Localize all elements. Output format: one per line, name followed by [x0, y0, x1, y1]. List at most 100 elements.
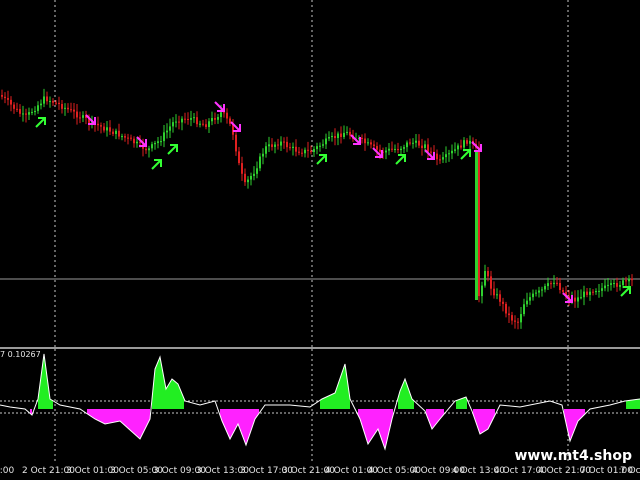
candle-body — [220, 112, 222, 118]
candle-body — [181, 118, 183, 123]
candle-body — [511, 315, 513, 321]
candle-body — [187, 118, 189, 120]
candle-body — [505, 303, 507, 314]
candle-body — [457, 145, 459, 150]
candle-body — [121, 136, 123, 138]
candle-body — [259, 156, 261, 169]
candle-body — [148, 148, 150, 151]
candle-body — [625, 280, 627, 282]
candle-body — [406, 142, 408, 148]
candle-body — [466, 140, 468, 144]
candle-body — [13, 104, 15, 109]
candle-body — [490, 276, 492, 289]
candle-body — [157, 141, 159, 143]
candle-body — [484, 270, 486, 286]
candle-body — [274, 144, 276, 147]
arrow-up-right-icon — [151, 159, 162, 170]
candle-body — [16, 108, 18, 110]
candle-body — [250, 175, 252, 180]
oscillator-chart — [0, 349, 640, 463]
candle-body — [379, 149, 381, 152]
candle-body — [118, 130, 120, 137]
arrow-down-right-icon — [85, 114, 96, 125]
candle-body — [67, 107, 69, 110]
candle-body — [508, 313, 510, 316]
candle-body — [442, 157, 444, 160]
candle-body — [526, 300, 528, 305]
candle-body — [61, 104, 63, 109]
candle-body — [631, 278, 633, 281]
candle-body — [547, 283, 549, 287]
candle-body — [79, 117, 81, 119]
candle-body — [22, 113, 24, 115]
candle-body — [160, 141, 162, 143]
arrow-down-right-icon — [424, 149, 435, 160]
candle-body — [346, 131, 348, 133]
candle-body — [370, 142, 372, 145]
candle-body — [127, 137, 129, 139]
candle-body — [532, 293, 534, 298]
candle-body — [328, 137, 330, 139]
candle-body — [421, 145, 423, 148]
candle-body — [337, 133, 339, 139]
candle-body — [373, 144, 375, 147]
candle-body — [598, 290, 600, 292]
candle-body — [628, 278, 630, 282]
candle-body — [451, 150, 453, 154]
price-chart-pane[interactable] — [0, 0, 640, 347]
candle-body — [445, 154, 447, 158]
candle-body — [580, 297, 582, 299]
candle-body — [481, 285, 483, 297]
candle-body — [151, 144, 153, 149]
candle-body — [49, 100, 51, 102]
candle-body — [409, 142, 411, 144]
candle-body — [376, 146, 378, 150]
candle-body — [7, 98, 9, 100]
candle-body — [262, 153, 264, 157]
candle-body — [331, 136, 333, 138]
candle-body — [601, 288, 603, 291]
candle-body — [298, 151, 300, 153]
candle-body — [535, 292, 537, 294]
indicator-pane[interactable]: 7 0.10267 — [0, 349, 640, 463]
candle-body — [316, 146, 318, 150]
candle-body — [58, 102, 60, 105]
arrow-up-right-icon — [620, 286, 631, 297]
candle-body — [43, 96, 45, 104]
arrow-up-right-icon — [460, 149, 471, 160]
candle-body — [196, 117, 198, 125]
candle-body — [343, 132, 345, 137]
candle-body — [175, 121, 177, 123]
candle-body — [76, 111, 78, 118]
candle-body — [82, 115, 84, 118]
candle-body — [154, 142, 156, 145]
candle-body — [34, 110, 36, 113]
time-axis: 7:002 Oct 21:003 Oct 01:003 Oct 05:003 O… — [0, 463, 640, 480]
candle-body — [469, 140, 471, 144]
candle-body — [415, 140, 417, 143]
candle-body — [394, 148, 396, 150]
arrow-down-right-icon — [214, 101, 225, 112]
candle-body — [4, 96, 6, 99]
candle-body — [46, 96, 48, 102]
candle-body — [235, 134, 237, 152]
candle-body — [97, 123, 99, 126]
candle-body — [304, 149, 306, 154]
price-chart — [0, 0, 640, 347]
candle-body — [400, 148, 402, 151]
candle-body — [52, 100, 54, 103]
candle-body — [199, 123, 201, 125]
candle-body — [478, 147, 480, 297]
candle-body — [286, 141, 288, 148]
candle-body — [253, 173, 255, 176]
candle-body — [130, 137, 132, 139]
candle-body — [301, 152, 303, 154]
arrow-up-right-icon — [395, 154, 406, 165]
candle-body — [109, 127, 111, 132]
candle-body — [271, 144, 273, 147]
arrow-up-right-icon — [316, 154, 327, 165]
candle-body — [427, 144, 429, 152]
indicator-value-label: 7 0.10267 — [0, 350, 41, 359]
candle-body — [40, 103, 42, 106]
candle-body — [1, 95, 3, 97]
